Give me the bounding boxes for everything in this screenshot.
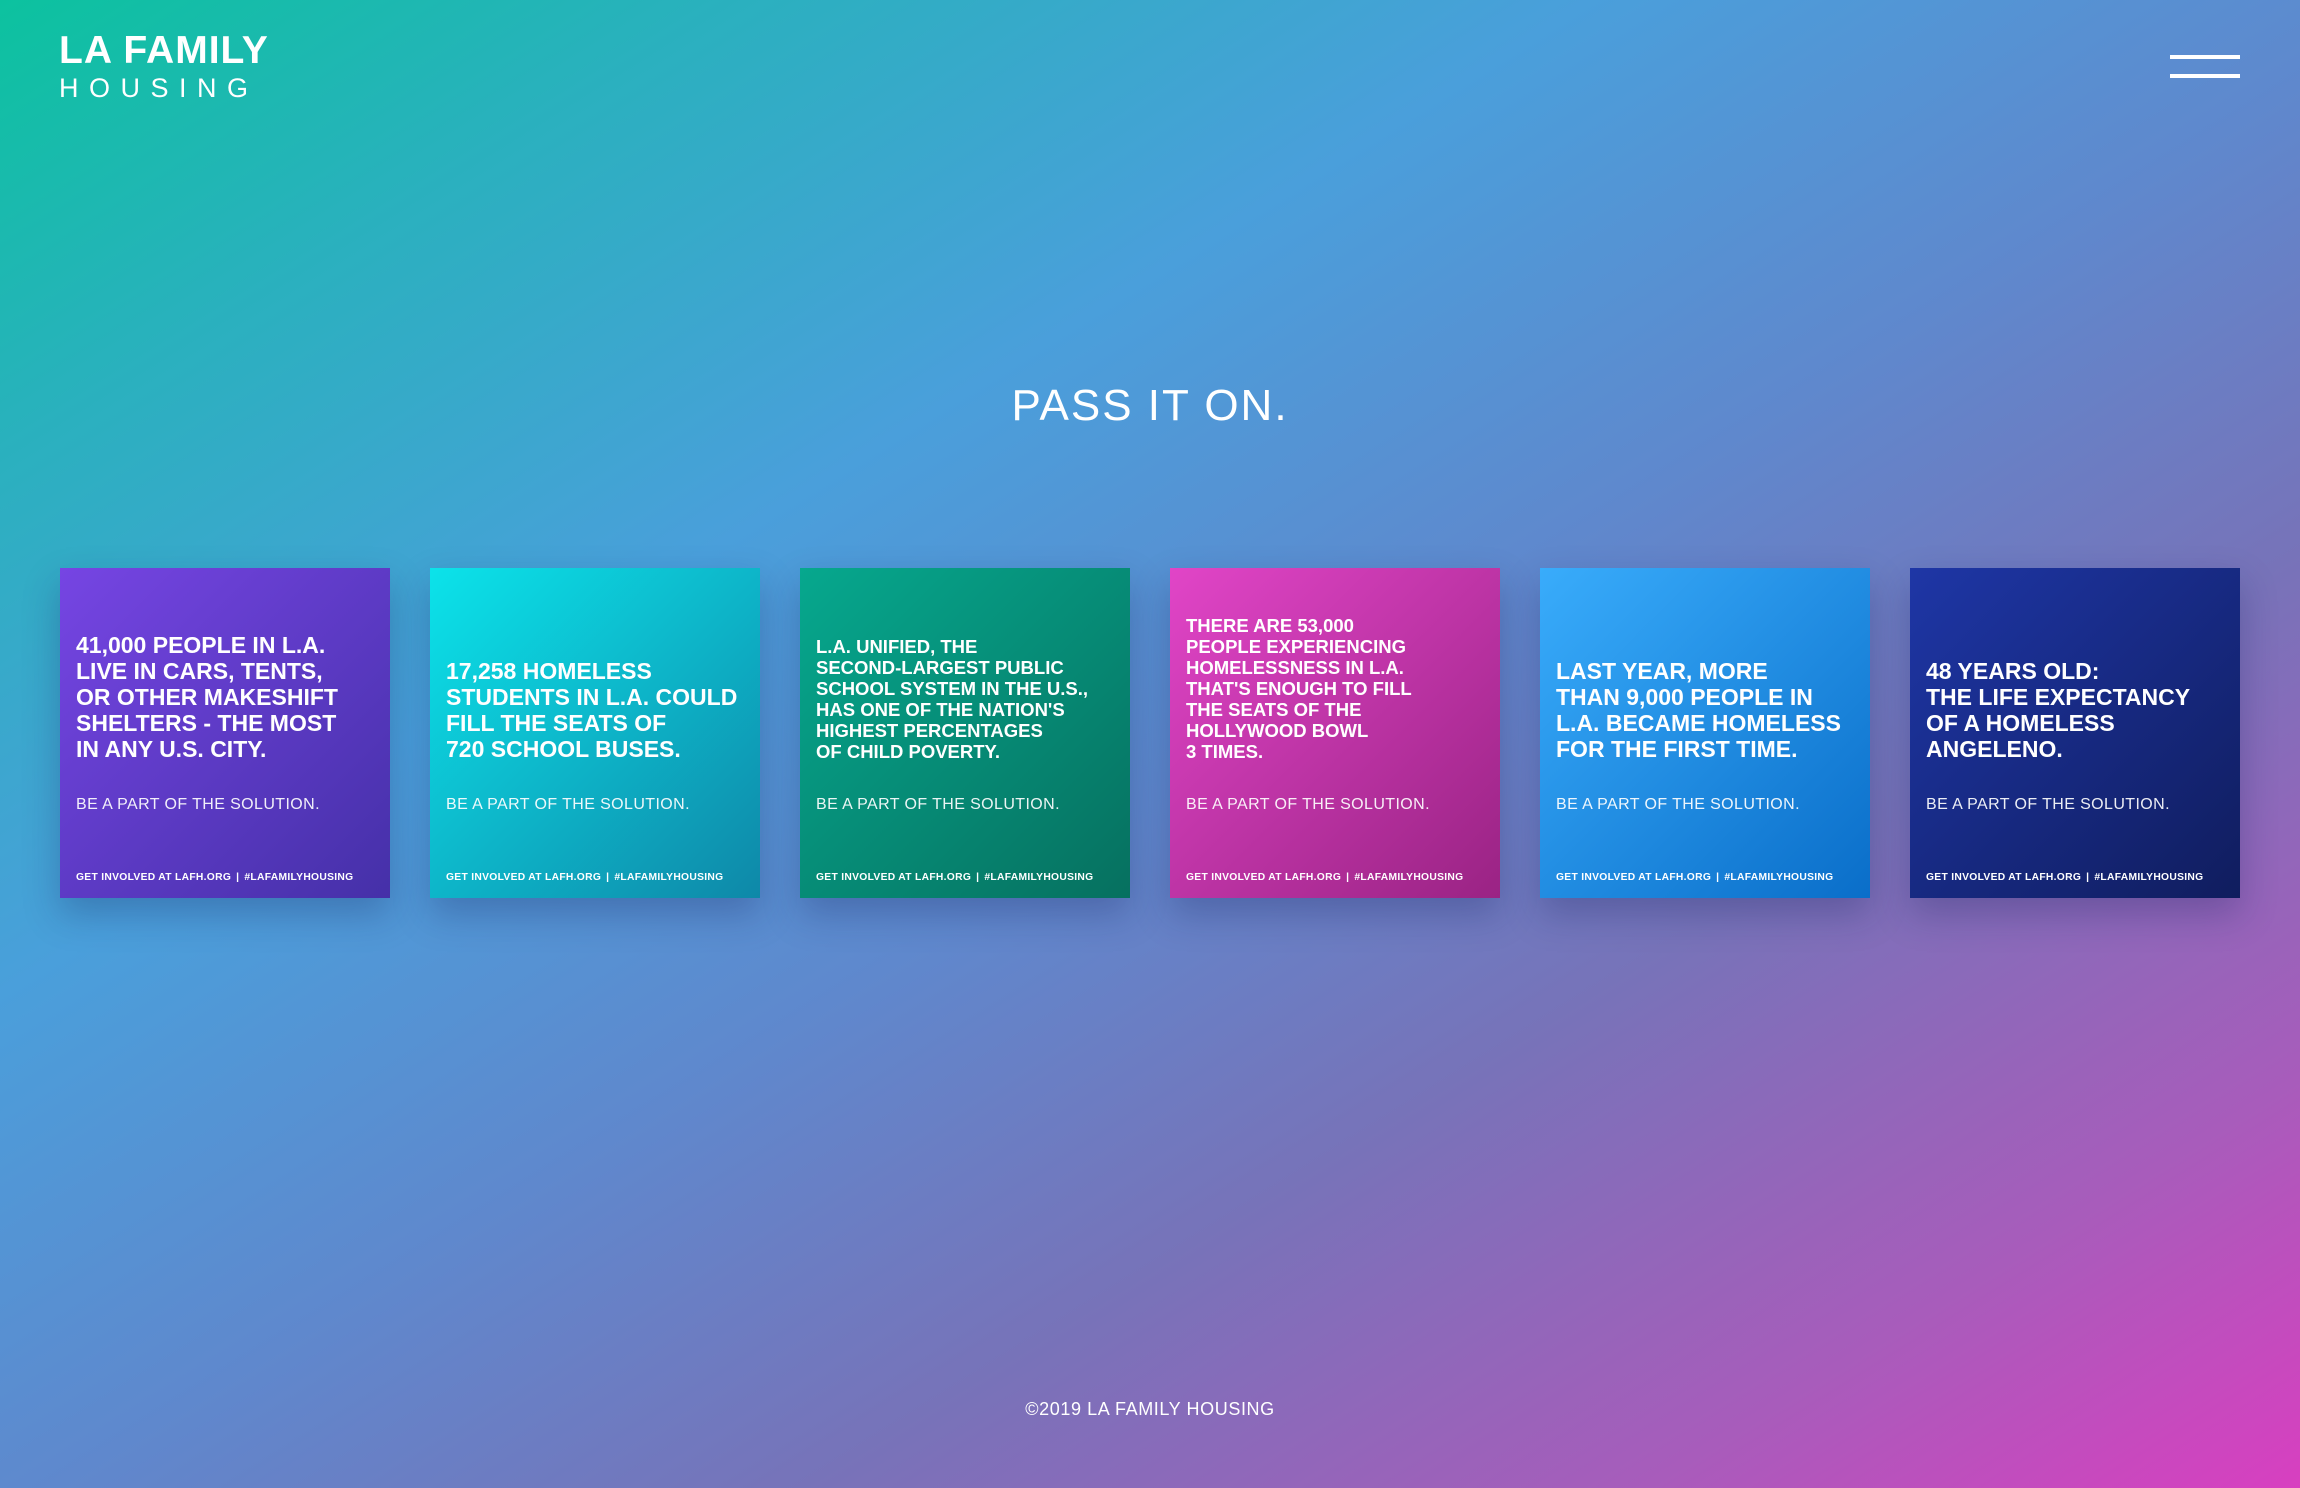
card-footer-link-text: GET INVOLVED AT LAFH.ORG	[1186, 872, 1342, 883]
share-cards-row: 41,000 PEOPLE IN L.A. LIVE IN CARS, TENT…	[60, 568, 2240, 898]
menu-line-top	[2170, 55, 2240, 59]
card-subtitle: BE A PART OF THE SOLUTION.	[76, 796, 320, 813]
card-footer-link-text: GET INVOLVED AT LAFH.ORG	[76, 872, 232, 883]
share-card-2[interactable]: 17,258 HOMELESS STUDENTS IN L.A. COULD F…	[430, 568, 760, 898]
card-footer-hashtag: #LAFAMILYHOUSING	[2094, 872, 2204, 883]
card-main: 48 YEARS OLD: THE LIFE EXPECTANCY OF A H…	[1926, 568, 2228, 816]
share-card-6[interactable]: 48 YEARS OLD: THE LIFE EXPECTANCY OF A H…	[1910, 568, 2240, 898]
card-footer-link-text: GET INVOLVED AT LAFH.ORG	[1556, 872, 1712, 883]
card-subtitle: BE A PART OF THE SOLUTION.	[446, 796, 690, 813]
card-footer-hashtag: #LAFAMILYHOUSING	[1724, 872, 1834, 883]
card-footer-hashtag: #LAFAMILYHOUSING	[244, 872, 354, 883]
share-card-1[interactable]: 41,000 PEOPLE IN L.A. LIVE IN CARS, TENT…	[60, 568, 390, 898]
card-footer-hashtag: #LAFAMILYHOUSING	[614, 872, 724, 883]
card-footer: GET INVOLVED AT LAFH.ORG | #LAFAMILYHOUSIN…	[1556, 872, 1860, 884]
share-card-3[interactable]: L.A. UNIFIED, THE SECOND-LARGEST PUBLIC …	[800, 568, 1130, 898]
share-card-4[interactable]: THERE ARE 53,000 PEOPLE EXPERIENCING HOM…	[1170, 568, 1500, 898]
card-subtitle: BE A PART OF THE SOLUTION.	[1926, 796, 2170, 813]
card-subtitle: BE A PART OF THE SOLUTION.	[816, 796, 1060, 813]
card-main: 41,000 PEOPLE IN L.A. LIVE IN CARS, TENT…	[76, 568, 378, 816]
card-main: THERE ARE 53,000 PEOPLE EXPERIENCING HOM…	[1186, 568, 1488, 816]
logo-line-la-family: LA FAMILY	[59, 29, 269, 72]
card-headline: THERE ARE 53,000 PEOPLE EXPERIENCING HOM…	[1186, 615, 1412, 762]
card-main: LAST YEAR, MORE THAN 9,000 PEOPLE IN L.A…	[1556, 568, 1858, 816]
card-footer-hashtag: #LAFAMILYHOUSING	[984, 872, 1094, 883]
card-footer-separator: |	[1346, 872, 1350, 883]
card-footer-link-text: GET INVOLVED AT LAFH.ORG	[446, 872, 602, 883]
card-footer-link-text: GET INVOLVED AT LAFH.ORG	[816, 872, 972, 883]
card-main: 17,258 HOMELESS STUDENTS IN L.A. COULD F…	[446, 568, 748, 816]
copyright-text: ©2019 LA FAMILY HOUSING	[1025, 1399, 1275, 1419]
card-main: L.A. UNIFIED, THE SECOND-LARGEST PUBLIC …	[816, 568, 1118, 816]
card-footer: GET INVOLVED AT LAFH.ORG | #LAFAMILYHOUSIN…	[446, 872, 750, 884]
card-footer: GET INVOLVED AT LAFH.ORG | #LAFAMILYHOUSIN…	[1926, 872, 2230, 884]
card-footer-hashtag: #LAFAMILYHOUSING	[1354, 872, 1464, 883]
card-headline: 48 YEARS OLD: THE LIFE EXPECTANCY OF A H…	[1926, 658, 2191, 762]
menu-line-bottom	[2170, 74, 2240, 78]
card-footer: GET INVOLVED AT LAFH.ORG | #LAFAMILYHOUSIN…	[816, 872, 1120, 884]
logo-line-housing: HOUSING	[59, 73, 259, 103]
card-footer-link-text: GET INVOLVED AT LAFH.ORG	[1926, 872, 2082, 883]
card-subtitle: BE A PART OF THE SOLUTION.	[1556, 796, 1800, 813]
card-subtitle: BE A PART OF THE SOLUTION.	[1186, 796, 1430, 813]
card-footer-separator: |	[2086, 872, 2090, 883]
logo[interactable]: LA FAMILY HOUSING	[59, 29, 299, 104]
card-headline: L.A. UNIFIED, THE SECOND-LARGEST PUBLIC …	[816, 636, 1089, 762]
card-headline: 17,258 HOMELESS STUDENTS IN L.A. COULD F…	[446, 658, 738, 762]
share-card-5[interactable]: LAST YEAR, MORE THAN 9,000 PEOPLE IN L.A…	[1540, 568, 1870, 898]
card-headline: 41,000 PEOPLE IN L.A. LIVE IN CARS, TENT…	[76, 632, 338, 762]
card-footer: GET INVOLVED AT LAFH.ORG | #LAFAMILYHOUSIN…	[76, 872, 380, 884]
page-title: PASS IT ON.	[1011, 381, 1289, 430]
card-footer-separator: |	[1716, 872, 1720, 883]
card-headline: LAST YEAR, MORE THAN 9,000 PEOPLE IN L.A…	[1556, 658, 1841, 762]
card-footer-separator: |	[976, 872, 980, 883]
card-footer: GET INVOLVED AT LAFH.ORG | #LAFAMILYHOUSIN…	[1186, 872, 1490, 884]
card-footer-separator: |	[606, 872, 610, 883]
card-footer-separator: |	[236, 872, 240, 883]
hamburger-menu-icon[interactable]	[2168, 50, 2240, 84]
